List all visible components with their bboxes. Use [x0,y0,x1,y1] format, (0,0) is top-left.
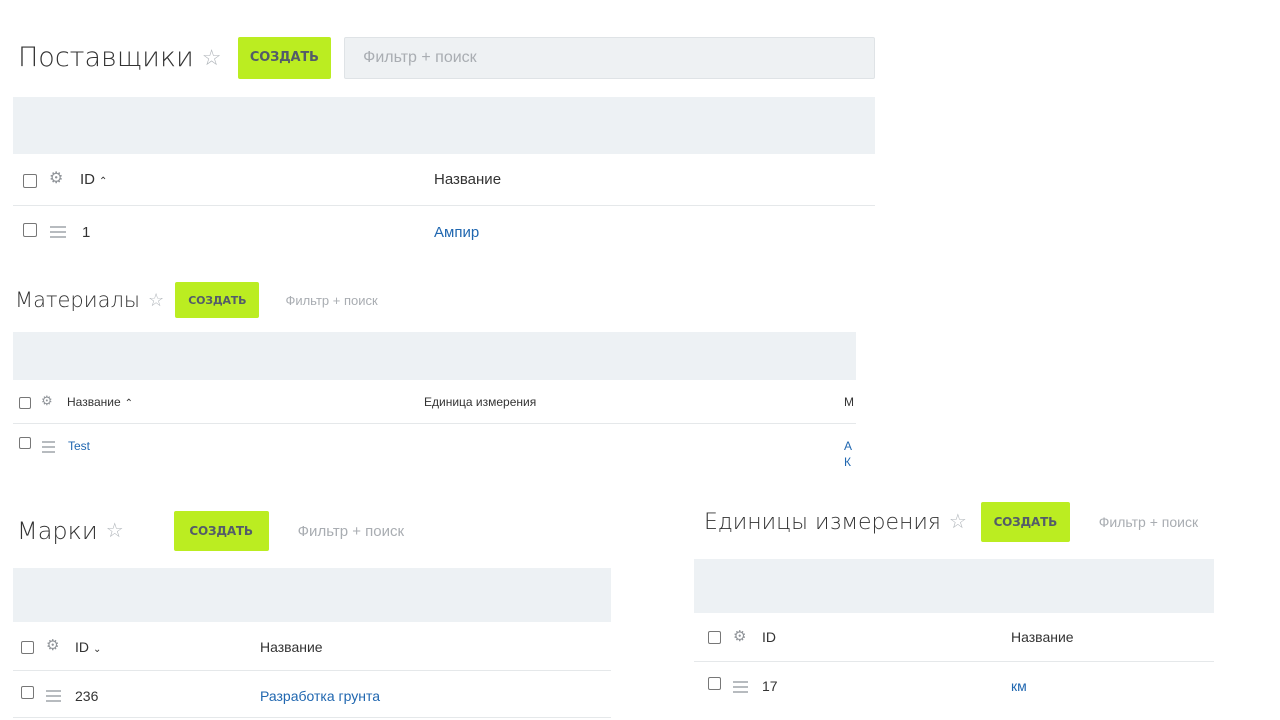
column-id[interactable]: ID [762,629,776,645]
star-icon[interactable]: ☆ [148,291,164,309]
row-checkbox[interactable] [19,437,31,449]
table-header: ⚙ ID ⌄ Название [13,622,611,671]
search-placeholder: Фильтр + поиск [297,522,405,540]
table-row[interactable]: 17 км [694,661,1214,709]
page-title: Материалы [15,288,140,312]
cell-name-link[interactable]: Разработка грунта [260,688,380,704]
create-button[interactable]: СОЗДАТЬ [175,282,260,318]
column-third[interactable]: М [844,395,854,409]
star-icon[interactable]: ☆ [202,46,222,69]
column-id[interactable]: ID ⌄ [75,639,101,655]
select-all-checkbox[interactable] [21,641,34,654]
materials-panel: Материалы ☆ СОЗДАТЬ Фильтр + поиск ⚙ Наз… [13,278,856,473]
toolbar-area [694,559,1214,613]
cell-third-line1[interactable]: А [844,439,852,453]
gear-icon[interactable]: ⚙ [733,629,746,644]
cell-id: 1 [82,224,91,241]
select-all-checkbox[interactable] [19,397,31,409]
table-row[interactable]: 1 Ампир [13,205,875,258]
column-name-label: Название [67,395,121,409]
row-checkbox[interactable] [708,677,721,690]
table-row[interactable]: Test А К [13,424,856,472]
cell-name-link[interactable]: Test [68,439,90,453]
row-checkbox[interactable] [23,223,37,237]
gear-icon[interactable]: ⚙ [49,171,63,187]
search-placeholder: Фильтр + поиск [363,48,477,66]
column-name[interactable]: Название ⌃ [67,395,133,409]
suppliers-panel: Поставщики ☆ СОЗДАТЬ Фильтр + поиск ⚙ ID… [13,30,875,260]
row-menu-icon[interactable] [50,226,66,241]
page-title: Марки [17,517,98,545]
cell-name-link[interactable]: км [1011,678,1027,694]
toolbar-area [13,568,611,622]
select-all-checkbox[interactable] [23,174,37,188]
units-titlebar: Единицы измерения ☆ СОЗДАТЬ Фильтр + пои… [694,500,1214,544]
create-button[interactable]: СОЗДАТЬ [237,36,332,79]
cell-id: 17 [762,678,778,694]
sort-asc-icon: ⌃ [124,398,134,409]
page-title: Единицы измерения [704,509,941,535]
select-all-checkbox[interactable] [708,631,721,644]
column-name[interactable]: Название [260,639,323,655]
toolbar-area [13,332,856,380]
search-placeholder: Фильтр + поиск [285,292,378,308]
cell-id: 236 [75,688,99,704]
row-menu-icon[interactable] [42,441,55,456]
suppliers-titlebar: Поставщики ☆ СОЗДАТЬ Фильтр + поиск [13,30,875,85]
toolbar-area [13,97,875,154]
column-id-label: ID [75,639,89,655]
search-input[interactable]: Фильтр + поиск [280,511,601,551]
gear-icon[interactable]: ⚙ [46,638,59,653]
column-name[interactable]: Название [434,171,501,188]
cell-name-link[interactable]: Ампир [434,224,479,241]
column-name[interactable]: Название [1011,629,1074,645]
page-title: Поставщики [18,42,194,73]
cell-third-line2[interactable]: К [844,455,851,469]
row-checkbox[interactable] [21,686,34,699]
star-icon[interactable]: ☆ [106,521,124,541]
row-menu-icon[interactable] [733,681,748,696]
search-input[interactable]: Фильтр + поиск [270,282,856,318]
sort-desc-icon: ⌄ [93,644,102,655]
table-row[interactable]: 236 Разработка грунта [13,670,611,718]
column-id-label: ID [80,171,95,188]
column-id[interactable]: ID ⌃ [80,171,107,188]
materials-titlebar: Материалы ☆ СОЗДАТЬ Фильтр + поиск [13,278,856,322]
create-button[interactable]: СОЗДАТЬ [173,511,269,551]
search-placeholder: Фильтр + поиск [1098,514,1199,530]
star-icon[interactable]: ☆ [949,512,967,532]
brands-titlebar: Марки ☆ СОЗДАТЬ Фильтр + поиск [13,505,611,557]
table-header: ⚙ ID ⌃ Название [13,154,875,206]
sort-asc-icon: ⌃ [99,176,108,187]
table-header: ⚙ ID Название [694,613,1214,662]
search-input[interactable]: Фильтр + поиск [344,36,875,79]
gear-icon[interactable]: ⚙ [41,394,53,407]
create-button[interactable]: СОЗДАТЬ [980,502,1070,542]
search-input[interactable]: Фильтр + поиск [1081,502,1214,542]
brands-panel: Марки ☆ СОЗДАТЬ Фильтр + поиск ⚙ ID ⌄ Наз… [13,505,611,720]
table-header: ⚙ Название ⌃ Единица измерения М [13,380,856,424]
row-menu-icon[interactable] [46,690,61,705]
units-panel: Единицы измерения ☆ СОЗДАТЬ Фильтр + пои… [694,500,1214,720]
column-unit[interactable]: Единица измерения [424,395,536,409]
